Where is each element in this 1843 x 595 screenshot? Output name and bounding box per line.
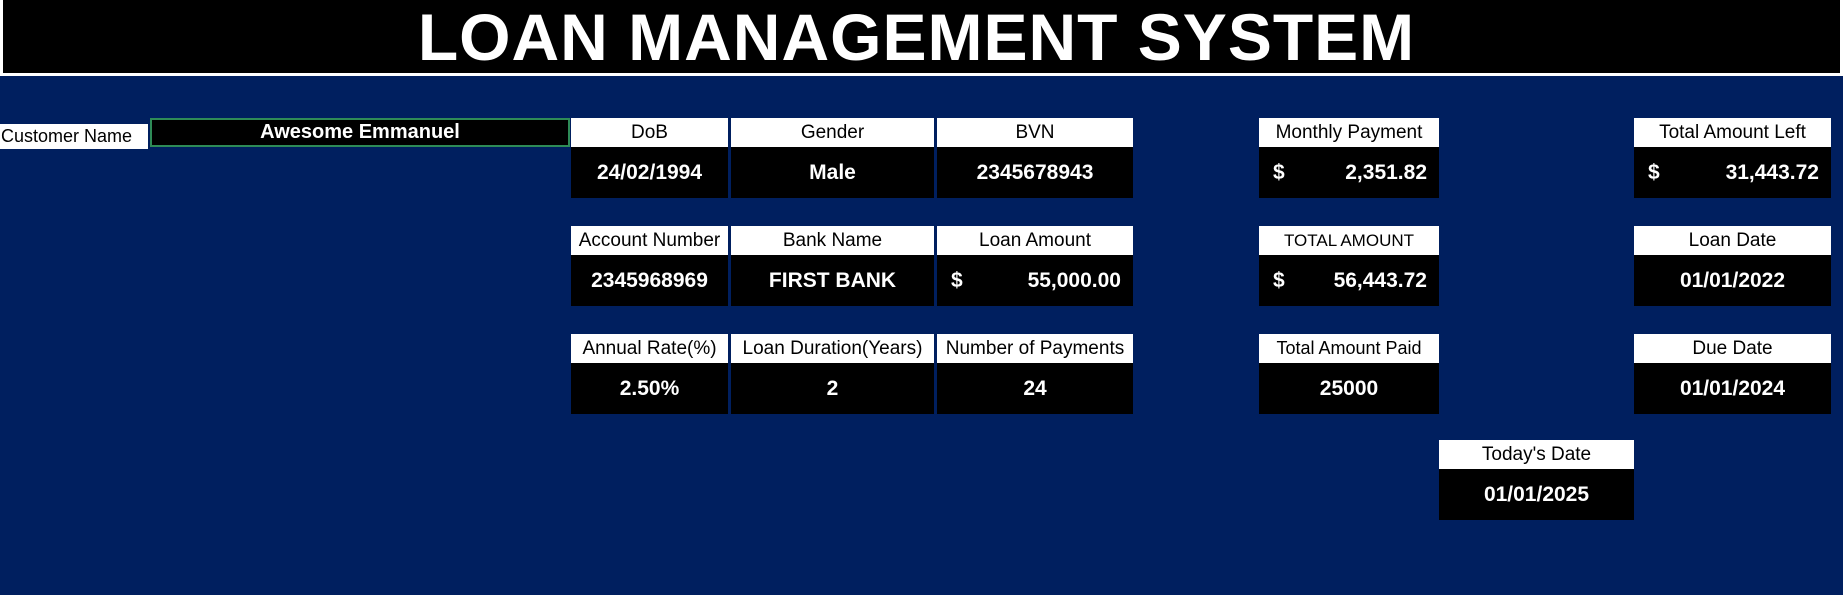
account-number-label: Account Number [571, 226, 728, 255]
todays-date-label: Today's Date [1439, 440, 1634, 469]
monthly-payment-value: 2,351.82 [1345, 161, 1427, 184]
currency-symbol: $ [1273, 269, 1285, 292]
account-number-card: Account Number 2345968969 [571, 226, 728, 306]
num-payments-label: Number of Payments [937, 334, 1133, 363]
bank-name-label: Bank Name [731, 226, 934, 255]
total-paid-value[interactable]: 25000 [1259, 363, 1439, 414]
total-left-label: Total Amount Left [1634, 118, 1831, 147]
dob-label: DoB [571, 118, 728, 147]
monthly-payment-label: Monthly Payment [1259, 118, 1439, 147]
dob-value[interactable]: 24/02/1994 [571, 147, 728, 198]
todays-date-value[interactable]: 01/01/2025 [1439, 469, 1634, 520]
monthly-payment-card: Monthly Payment $ 2,351.82 [1259, 118, 1439, 198]
page-title: LOAN MANAGEMENT SYSTEM [417, 0, 1416, 74]
total-paid-label: Total Amount Paid [1259, 334, 1439, 363]
loan-amount-value-cell[interactable]: $ 55,000.00 [937, 255, 1133, 306]
bvn-card: BVN 2345678943 [937, 118, 1133, 198]
todays-date-card: Today's Date 01/01/2025 [1439, 440, 1634, 520]
title-banner: LOAN MANAGEMENT SYSTEM [0, 0, 1843, 76]
customer-name-label: Customer Name [1, 126, 133, 146]
loan-duration-card: Loan Duration(Years) 2 [731, 334, 934, 414]
customer-name-field[interactable]: Awesome Emmanuel [150, 118, 570, 147]
total-left-card: Total Amount Left $ 31,443.72 [1634, 118, 1831, 198]
loan-date-label: Loan Date [1634, 226, 1831, 255]
account-number-value[interactable]: 2345968969 [571, 255, 728, 306]
currency-symbol: $ [1648, 161, 1660, 184]
total-left-value-cell[interactable]: $ 31,443.72 [1634, 147, 1831, 198]
loan-amount-value: 55,000.00 [1027, 269, 1121, 292]
annual-rate-card: Annual Rate(%) 2.50% [571, 334, 728, 414]
loan-date-value[interactable]: 01/01/2022 [1634, 255, 1831, 306]
gender-value[interactable]: Male [731, 147, 934, 198]
currency-symbol: $ [1273, 161, 1285, 184]
total-left-value: 31,443.72 [1725, 161, 1819, 184]
bvn-label: BVN [937, 118, 1133, 147]
bvn-value[interactable]: 2345678943 [937, 147, 1133, 198]
loan-amount-card: Loan Amount $ 55,000.00 [937, 226, 1133, 306]
total-amount-card: TOTAL AMOUNT $ 56,443.72 [1259, 226, 1439, 306]
monthly-payment-value-cell[interactable]: $ 2,351.82 [1259, 147, 1439, 198]
loan-duration-value[interactable]: 2 [731, 363, 934, 414]
bank-name-value[interactable]: FIRST BANK [731, 255, 934, 306]
annual-rate-value[interactable]: 2.50% [571, 363, 728, 414]
loan-date-card: Loan Date 01/01/2022 [1634, 226, 1831, 306]
due-date-label: Due Date [1634, 334, 1831, 363]
currency-symbol: $ [951, 269, 963, 292]
annual-rate-label: Annual Rate(%) [571, 334, 728, 363]
total-amount-value-cell[interactable]: $ 56,443.72 [1259, 255, 1439, 306]
gender-card: Gender Male [731, 118, 934, 198]
loan-amount-label: Loan Amount [937, 226, 1133, 255]
due-date-value[interactable]: 01/01/2024 [1634, 363, 1831, 414]
loan-duration-label: Loan Duration(Years) [731, 334, 934, 363]
gender-label: Gender [731, 118, 934, 147]
total-paid-card: Total Amount Paid 25000 [1259, 334, 1439, 414]
num-payments-value[interactable]: 24 [937, 363, 1133, 414]
total-amount-value: 56,443.72 [1333, 269, 1427, 292]
dob-card: DoB 24/02/1994 [571, 118, 728, 198]
due-date-card: Due Date 01/01/2024 [1634, 334, 1831, 414]
num-payments-card: Number of Payments 24 [937, 334, 1133, 414]
bank-name-card: Bank Name FIRST BANK [731, 226, 934, 306]
total-amount-label: TOTAL AMOUNT [1259, 226, 1439, 255]
